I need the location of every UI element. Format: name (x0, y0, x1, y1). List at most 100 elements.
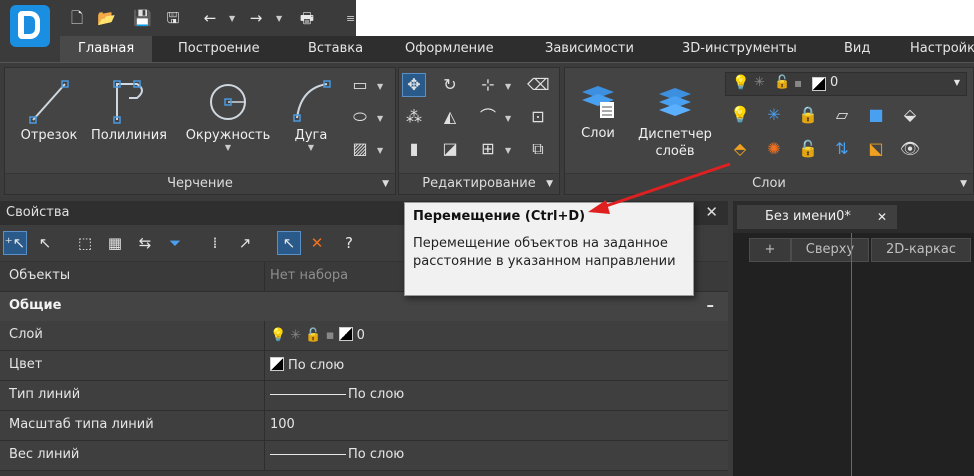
select-objects-icon[interactable]: ↖ (34, 232, 56, 254)
layer-isolate-icon[interactable]: ■ (865, 104, 887, 126)
save-as-icon[interactable]: 🖫 (164, 9, 182, 27)
tab-home[interactable]: Главная (60, 36, 153, 62)
layers-tool[interactable]: Слои (571, 82, 625, 141)
pointer-mode-icon[interactable]: ↖ (277, 231, 301, 255)
mirror-icon[interactable]: ◭ (439, 106, 461, 128)
polyline-tool[interactable]: Полилиния (87, 76, 171, 143)
move-icon[interactable]: ✥ (402, 73, 426, 97)
tab-insert[interactable]: Вставка (308, 36, 363, 62)
section-general[interactable]: Общие – (0, 292, 728, 322)
tab-annotate[interactable]: Оформление (405, 36, 494, 62)
layer-walk-icon[interactable]: ⬙ (899, 104, 921, 126)
color-key: Цвет (9, 357, 43, 372)
open-folder-icon[interactable]: 📂 (97, 9, 116, 27)
layer-make-current-icon[interactable]: ▱ (831, 104, 853, 126)
visual-style-button[interactable]: 2D-каркас (871, 238, 971, 262)
trim-dropdown-icon[interactable]: ▼ (505, 82, 511, 91)
tab-constraints[interactable]: Зависимости (545, 36, 634, 62)
fillet-dropdown-icon[interactable]: ▼ (505, 114, 511, 123)
hatch-dropdown-icon[interactable]: ▼ (377, 146, 383, 155)
undo-icon[interactable]: ← (201, 9, 219, 27)
section-collapse-icon[interactable]: – (707, 296, 715, 314)
hatch-icon[interactable]: ▨ (349, 138, 371, 160)
print-icon[interactable]: 🖶 (295, 9, 319, 27)
layer-freeze-tool-icon[interactable]: ✺ (763, 138, 785, 160)
quick-select-icon[interactable]: ⏷ (164, 232, 186, 254)
document-close-icon[interactable]: ✕ (877, 205, 887, 229)
tab-construction[interactable]: Построение (178, 36, 260, 62)
edit-panel: ✥ ↻ ⊹ ▼ ⌫ ⁂ ◭ ⌒ ▼ ⊡ ▮ ◪ ⊞ ▼ ⧉ Редактиров… (398, 67, 560, 195)
viewport-menu-button[interactable]: + (749, 238, 791, 262)
layer-unlock-icon[interactable]: 🔓 (797, 138, 819, 160)
layer-select[interactable]: 💡 ✳ 🔓 ▪ 0 ▼ (725, 72, 967, 96)
drawing-panel-expand-icon[interactable]: ▼ (382, 174, 389, 194)
layer-thaw-icon[interactable]: ✳ (763, 104, 785, 126)
layer-lock-icon[interactable]: 🔓 (774, 75, 790, 90)
line-tool[interactable]: Отрезок (13, 76, 85, 143)
layer-merge-icon[interactable]: ⬕ (865, 138, 887, 160)
undo-dropdown-icon[interactable]: ▼ (229, 14, 235, 23)
layer-select-dropdown-icon[interactable]: ▼ (954, 78, 960, 87)
fillet-icon[interactable]: ⌒ (477, 106, 499, 128)
lineweight-sample (270, 454, 346, 455)
row-divider (264, 321, 265, 350)
copy-icon[interactable]: ⁂ (403, 106, 425, 128)
help-icon[interactable]: ? (338, 232, 360, 254)
array-dropdown-icon[interactable]: ▼ (505, 146, 511, 155)
property-row-linetype-scale[interactable]: Масштаб типа линий 100 (0, 411, 728, 441)
toggle-pickadd-icon[interactable]: ⁺↖ (3, 231, 27, 255)
view-direction-button[interactable]: Сверху (791, 238, 869, 262)
select-similar-icon[interactable]: ⁞ (204, 232, 226, 254)
layer-freeze-icon[interactable]: ✳ (754, 75, 765, 90)
property-row-color[interactable]: Цвет По слою (0, 351, 728, 381)
select-crossing-icon[interactable]: ▦ (104, 232, 126, 254)
circle-tool[interactable]: Окружность ▼ (179, 76, 277, 152)
layer-manager-tool[interactable]: Диспетчер слоёв (631, 82, 719, 160)
deselect-icon[interactable]: ↗ (234, 232, 256, 254)
polyline-tool-label: Полилиния (90, 128, 167, 143)
redo-dropdown-icon[interactable]: ▼ (276, 14, 282, 23)
layer-visibility-icon[interactable]: 👁 (899, 138, 921, 160)
select-all-icon[interactable]: ⇆ (134, 232, 156, 254)
new-file-icon[interactable]: 🗋 (68, 9, 86, 27)
property-row-layer[interactable]: Слой 💡 ✳ 🔓 ▪ 0 (0, 321, 728, 351)
rectangle-icon[interactable]: ▭ (349, 74, 371, 96)
property-row-lineweight[interactable]: Вес линий По слою (0, 441, 728, 471)
document-tab[interactable]: Без имени0* ✕ (737, 205, 897, 229)
layer-print-icon[interactable]: ▪ (794, 76, 802, 90)
edit-panel-expand-icon[interactable]: ▼ (546, 174, 553, 194)
layer-lock-tool-icon[interactable]: 🔒 (797, 104, 819, 126)
circle-dropdown-icon[interactable]: ▼ (179, 143, 277, 152)
layer-match-icon[interactable]: ⬘ (729, 138, 751, 160)
array-icon[interactable]: ⊞ (477, 138, 499, 160)
tab-3d-tools[interactable]: 3D-инструменты (682, 36, 797, 62)
offset-icon[interactable]: ⧉ (527, 138, 549, 160)
linetype-value: По слою (348, 387, 405, 402)
layer-previous-icon[interactable]: ⇅ (831, 138, 853, 160)
save-icon[interactable]: 💾 (133, 9, 152, 27)
ellipse-icon[interactable]: ⬭ (349, 106, 371, 128)
layer-on-icon[interactable]: 💡 (732, 75, 749, 91)
ellipse-dropdown-icon[interactable]: ▼ (377, 114, 383, 123)
rectangle-dropdown-icon[interactable]: ▼ (377, 82, 383, 91)
explode-icon[interactable]: ⊡ (527, 106, 549, 128)
trim-icon[interactable]: ⊹ (477, 74, 499, 96)
properties-close-icon[interactable]: ✕ (705, 203, 718, 221)
model-canvas[interactable]: + Сверху 2D-каркас (733, 233, 974, 476)
tab-settings[interactable]: Настройк (910, 36, 974, 62)
clear-selection-icon[interactable]: ✕ (306, 232, 328, 254)
stretch-icon[interactable]: ▮ (403, 138, 425, 160)
layer-off-icon[interactable]: 💡 (729, 104, 751, 126)
redo-icon[interactable]: → (247, 9, 265, 27)
erase-icon[interactable]: ⌫ (527, 74, 550, 96)
property-row-linetype[interactable]: Тип линий По слою (0, 381, 728, 411)
arc-dropdown-icon[interactable]: ▼ (283, 143, 339, 152)
layers-panel-expand-icon[interactable]: ▼ (960, 174, 967, 194)
select-window-icon[interactable]: ⬚ (74, 232, 96, 254)
arc-tool[interactable]: Дуга ▼ (283, 76, 339, 152)
rotate-icon[interactable]: ↻ (439, 74, 461, 96)
qat-customize-icon[interactable]: ≡ (346, 12, 355, 25)
tab-view[interactable]: Вид (844, 36, 870, 62)
scale-icon[interactable]: ◪ (439, 138, 461, 160)
app-logo[interactable] (10, 5, 50, 47)
